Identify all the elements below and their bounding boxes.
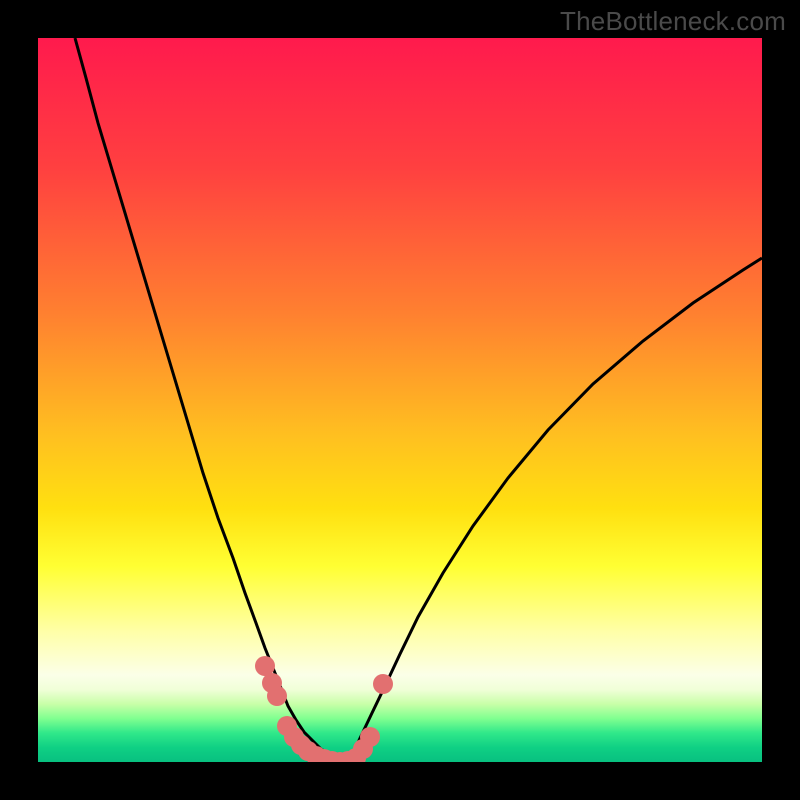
watermark-text: TheBottleneck.com [560, 6, 786, 37]
plot-area [38, 38, 762, 762]
chart-frame: TheBottleneck.com [0, 0, 800, 800]
curve-layer [38, 38, 762, 762]
marker-dot [373, 674, 393, 694]
marker-dot [360, 727, 380, 747]
marker-dot [267, 686, 287, 706]
right-curve [347, 258, 762, 762]
left-curve [75, 38, 347, 762]
